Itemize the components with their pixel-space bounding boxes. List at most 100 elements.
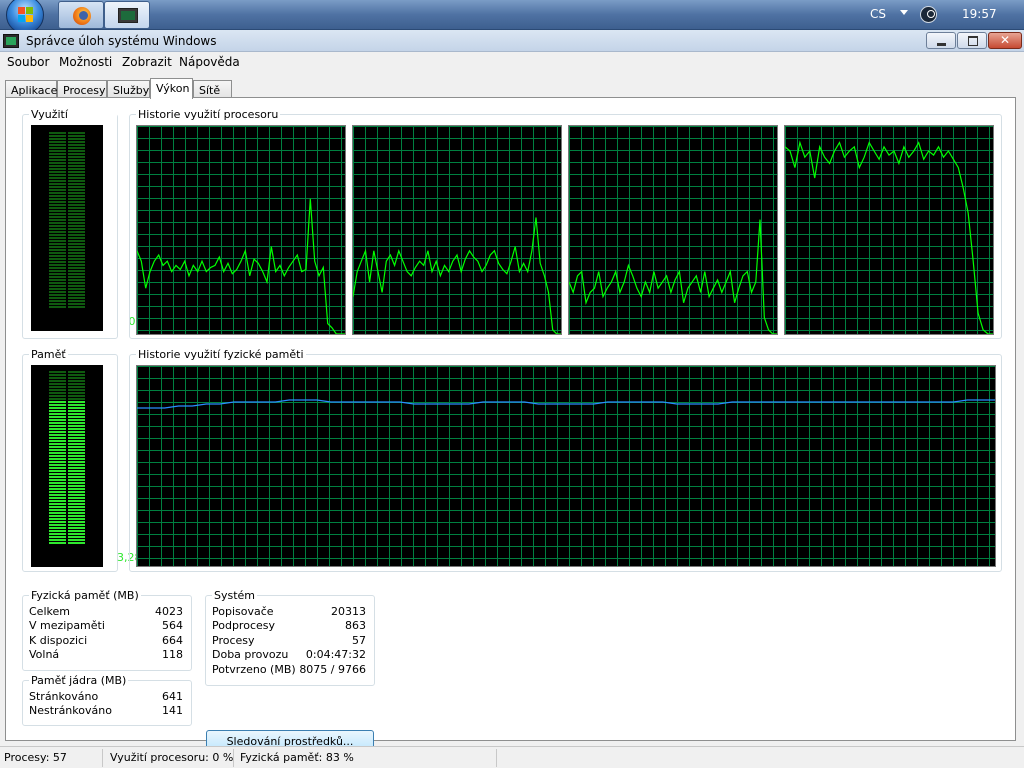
meter-segment	[49, 249, 66, 251]
meter-segment-lit	[68, 521, 85, 523]
meter-segment	[49, 273, 66, 275]
stat-value: 0:04:47:32	[305, 648, 366, 662]
meter-segment	[68, 165, 85, 167]
meter-segment-lit	[49, 485, 66, 487]
meter-segment	[68, 297, 85, 299]
meter-segment	[49, 234, 66, 236]
meter-segment	[68, 371, 85, 373]
stat-name: Potvrzeno (MB)	[212, 662, 296, 676]
tab-sluzby[interactable]: Služby	[107, 80, 150, 98]
meter-segment	[68, 398, 85, 400]
meter-segment-lit	[68, 428, 85, 430]
stat-name: Procesy	[212, 633, 255, 647]
meter-segment-lit	[68, 503, 85, 505]
meter-segment-lit	[68, 497, 85, 499]
meter-segment	[68, 192, 85, 194]
meter-segment-lit	[68, 410, 85, 412]
meter-segment-lit	[68, 482, 85, 484]
meter-segment-lit	[49, 530, 66, 532]
stat-value: 8075 / 9766	[299, 662, 366, 676]
meter-segment-lit	[49, 443, 66, 445]
meter-segment-lit	[49, 428, 66, 430]
cpu-usage-meter: 0 %	[31, 125, 149, 331]
meter-segment	[49, 174, 66, 176]
meter-segment-lit	[68, 443, 85, 445]
maximize-button[interactable]	[957, 32, 987, 49]
taskbar-button-task-manager[interactable]	[104, 1, 150, 29]
meter-segment	[68, 231, 85, 233]
meter-segment	[49, 389, 66, 391]
stat-name: K dispozici	[29, 633, 88, 647]
close-button[interactable]	[988, 32, 1022, 49]
meter-segment-lit	[68, 413, 85, 415]
stat-name: Stránkováno	[29, 689, 99, 703]
show-hidden-icons-icon[interactable]	[900, 10, 908, 15]
meter-segment	[68, 285, 85, 287]
physical-memory-group: Fyzická paměť (MB) Celkem 4023 V mezipamě…	[22, 589, 192, 671]
status-divider	[233, 749, 234, 767]
meter-segment-lit	[49, 458, 66, 460]
meter-segment	[49, 204, 66, 206]
meter-segment-lit	[68, 494, 85, 496]
minimize-button[interactable]	[926, 32, 956, 49]
meter-segment-lit	[49, 464, 66, 466]
table-row: Volná 118	[29, 648, 183, 663]
meter-segment	[68, 267, 85, 269]
meter-segment	[49, 168, 66, 170]
meter-segment	[68, 395, 85, 397]
tab-aplikace[interactable]: Aplikace	[5, 80, 57, 98]
tab-site[interactable]: Sítě	[193, 80, 232, 98]
stat-value: 118	[162, 648, 183, 662]
meter-segment	[49, 377, 66, 379]
meter-segment-lit	[49, 413, 66, 415]
steam-icon[interactable]	[920, 6, 937, 23]
taskbar-button-firefox[interactable]	[58, 1, 104, 29]
language-indicator[interactable]: CS	[870, 7, 886, 21]
meter-segment	[68, 306, 85, 308]
status-cpu: Využití procesoru: 0 %	[110, 751, 234, 764]
start-button[interactable]	[6, 0, 44, 34]
meter-segment	[49, 279, 66, 281]
task-manager-icon[interactable]	[3, 34, 19, 48]
meter-segment	[49, 386, 66, 388]
meter-segment	[68, 389, 85, 391]
meter-segment-lit	[68, 470, 85, 472]
menu-soubor[interactable]: Soubor	[7, 55, 49, 69]
stat-value: 20313	[331, 604, 366, 618]
taskbar: CS 19:57	[0, 0, 1024, 34]
meter-segment	[49, 291, 66, 293]
meter-segment-lit	[49, 521, 66, 523]
meter-segment	[49, 162, 66, 164]
meter-segment-lit	[68, 536, 85, 538]
meter-segment-lit	[68, 479, 85, 481]
menu-napoveda[interactable]: Nápověda	[179, 55, 240, 69]
kernel-memory-group: Paměť jádra (MB) Stránkováno 641 Nestránk…	[22, 674, 192, 726]
cpu-core-graph-4	[784, 125, 994, 335]
meter-segment-lit	[49, 533, 66, 535]
clock[interactable]: 19:57	[962, 7, 997, 21]
meter-segment-lit	[49, 494, 66, 496]
tab-vykon[interactable]: Výkon	[150, 78, 193, 99]
meter-segment	[49, 294, 66, 296]
meter-segment	[49, 398, 66, 400]
meter-segment	[68, 228, 85, 230]
meter-segment-lit	[68, 500, 85, 502]
meter-segment-lit	[68, 407, 85, 409]
title-bar[interactable]: Správce úloh systému Windows	[0, 30, 1024, 52]
firefox-icon	[73, 7, 91, 25]
meter-segment-lit	[68, 527, 85, 529]
meter-segment	[68, 147, 85, 149]
meter-segment-lit	[49, 404, 66, 406]
menu-zobrazit[interactable]: Zobrazit	[122, 55, 172, 69]
meter-segment	[68, 240, 85, 242]
cpu-core-3-series	[569, 219, 777, 334]
cpu-core-2-series	[353, 217, 561, 334]
tab-procesy[interactable]: Procesy	[57, 80, 107, 98]
cpu-core-4-series	[785, 140, 993, 334]
meter-segment	[49, 258, 66, 260]
meter-segment-lit	[49, 446, 66, 448]
menu-moznosti[interactable]: Možnosti	[59, 55, 112, 69]
system-label: Systém	[212, 589, 258, 602]
meter-segment	[68, 377, 85, 379]
meter-segment	[49, 141, 66, 143]
